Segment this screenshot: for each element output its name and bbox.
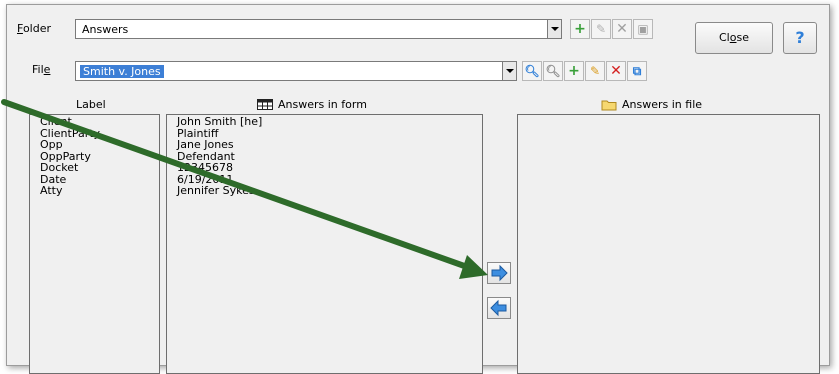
annotation-arrow [1, 99, 488, 279]
